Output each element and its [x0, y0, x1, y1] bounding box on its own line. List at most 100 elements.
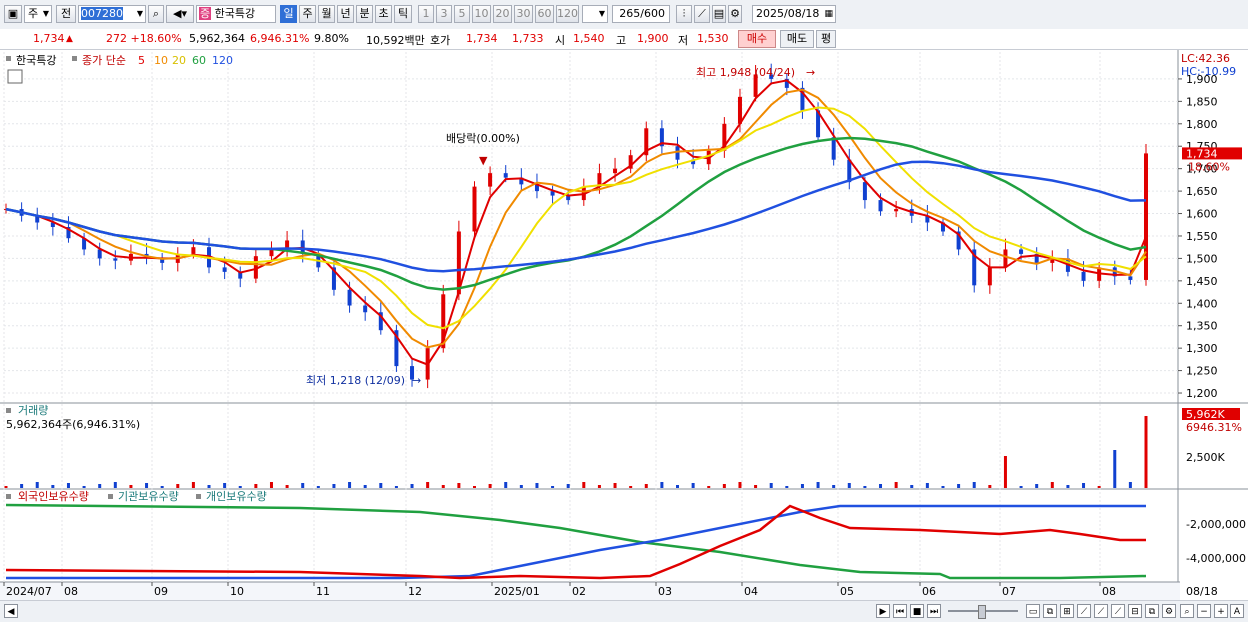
- draw-icon[interactable]: ⟋: [1111, 604, 1125, 618]
- scroll-bar[interactable]: ◀ ▶ ⏮ ■ ⏭ ▭ ⧉ ⊞ ⟋ ⟋ ⟋ ⊟ ⧉ ⚙ ⌕ − + A: [0, 600, 1248, 622]
- volume-bar: [207, 485, 211, 488]
- month-label: 04: [744, 585, 758, 598]
- volume-bar: [113, 482, 117, 488]
- legend-marker: [108, 494, 113, 499]
- low-label: 저: [678, 34, 689, 47]
- interval-10[interactable]: 10: [472, 5, 491, 23]
- scale-icon[interactable]: ⟋: [1077, 604, 1091, 618]
- low-annotation: 최저 1,218 (12/09): [306, 374, 405, 387]
- candle-body: [191, 247, 196, 254]
- vol-tag: 5,962K: [1186, 408, 1225, 421]
- interval-120[interactable]: 120: [556, 5, 579, 23]
- candle-icon[interactable]: ⫶: [676, 5, 692, 23]
- market-select[interactable]: 주 ▼: [24, 5, 52, 23]
- volume-bar: [941, 486, 945, 488]
- volume-value: 5,962,364주(6,946.31%): [6, 418, 140, 431]
- volume-bar: [20, 484, 24, 488]
- last-date-label: 08/18: [1186, 585, 1218, 598]
- candle-body: [894, 209, 899, 212]
- gear-icon[interactable]: ⚙: [728, 5, 742, 23]
- volume-bar: [160, 486, 164, 488]
- custom-interval-select[interactable]: ▼: [582, 5, 608, 23]
- date-input[interactable]: 2025/08/18 ▦: [752, 5, 836, 23]
- interval-1[interactable]: 1: [418, 5, 434, 23]
- volume-bar: [957, 484, 961, 488]
- volume-bar: [1003, 456, 1007, 488]
- month-label: 02: [572, 585, 586, 598]
- stock-name-field[interactable]: 증 한국특강: [196, 5, 276, 23]
- plus-icon[interactable]: +: [1214, 604, 1228, 618]
- scroll-right-icon[interactable]: ▶: [876, 604, 890, 618]
- window-icon[interactable]: ▣: [4, 5, 22, 23]
- period-tick[interactable]: 틱: [394, 5, 412, 23]
- candle-body: [987, 267, 992, 286]
- last-page-icon[interactable]: ⏭: [927, 604, 941, 618]
- font-icon[interactable]: A: [1230, 604, 1244, 618]
- volume-bar: [129, 485, 133, 488]
- prev-button[interactable]: 전: [56, 5, 76, 23]
- volume-bar: [582, 482, 586, 488]
- chart-area[interactable]: 1,900 1,850 1,800 1,750 1,700 1,650 1,600 1,550…: [0, 50, 1248, 600]
- price-tick-label: 1,350: [1186, 320, 1218, 333]
- interval-5[interactable]: 5: [454, 5, 470, 23]
- period-second[interactable]: 초: [375, 5, 392, 23]
- zoom-in-icon[interactable]: ⌕: [1180, 604, 1194, 618]
- legend-ma10: 10: [154, 54, 168, 67]
- volume-bar: [879, 484, 883, 488]
- sell-button[interactable]: 매도: [780, 30, 814, 48]
- period-month[interactable]: 월: [318, 5, 335, 23]
- legend-marker: [196, 494, 201, 499]
- price-tick-label: 1,200: [1186, 387, 1218, 400]
- legend-ma5: 5: [138, 54, 145, 67]
- volume-bar: [644, 484, 648, 488]
- crosshair-icon[interactable]: ⊟: [1128, 604, 1142, 618]
- candle-body: [1003, 249, 1008, 268]
- volume-bar: [504, 482, 508, 488]
- count-total: /600: [640, 7, 665, 20]
- first-page-icon[interactable]: ⏮: [893, 604, 907, 618]
- scroll-left-icon[interactable]: ◀: [4, 604, 18, 618]
- speaker-icon[interactable]: ◀▾: [166, 5, 194, 23]
- period-year[interactable]: 년: [337, 5, 354, 23]
- volume-bar: [629, 486, 633, 488]
- price-tick-label: 1,800: [1186, 118, 1218, 131]
- code-input[interactable]: 007280 ▼: [78, 5, 146, 23]
- zoom-out-icon[interactable]: −: [1197, 604, 1211, 618]
- period-minute[interactable]: 분: [356, 5, 373, 23]
- candle-body: [269, 249, 274, 257]
- line-chart-icon[interactable]: ⟋: [694, 5, 710, 23]
- volume-bar: [285, 485, 289, 488]
- period-day[interactable]: 일: [280, 5, 297, 23]
- interval-20[interactable]: 20: [493, 5, 512, 23]
- interval-30[interactable]: 30: [514, 5, 533, 23]
- price-chart-svg[interactable]: 1,9001,8501,8001,7501,7001,6501,6001,550…: [0, 50, 1248, 600]
- settings-icon[interactable]: ⚙: [1162, 604, 1176, 618]
- interval-60[interactable]: 60: [535, 5, 554, 23]
- legend-marker: [6, 56, 11, 61]
- volume-bar: [551, 486, 555, 488]
- save-icon[interactable]: ▤: [712, 5, 726, 23]
- open-label: 시: [555, 34, 566, 47]
- window-split-icon[interactable]: ⧉: [1145, 604, 1159, 618]
- legend-ma60: 60: [192, 54, 206, 67]
- period-week[interactable]: 주: [299, 5, 316, 23]
- eval-button[interactable]: 평: [816, 30, 836, 48]
- legend-ma120: 120: [212, 54, 233, 67]
- buy-button[interactable]: 매수: [738, 30, 776, 48]
- interval-3[interactable]: 3: [436, 5, 452, 23]
- copy-icon[interactable]: ⧉: [1043, 604, 1057, 618]
- candle-body: [363, 305, 368, 313]
- stop-icon[interactable]: ■: [910, 604, 924, 618]
- volume-bar: [535, 483, 539, 488]
- candle-body: [503, 173, 508, 178]
- zoom-slider-handle[interactable]: [978, 605, 986, 619]
- grid-icon[interactable]: ⊞: [1060, 604, 1074, 618]
- lc-label: LC:42.36: [1181, 52, 1230, 65]
- count-field[interactable]: 265/600: [612, 5, 670, 23]
- search-icon[interactable]: ⌕: [148, 5, 164, 23]
- month-label: 2024/07: [6, 585, 52, 598]
- layout-icon[interactable]: ▭: [1026, 604, 1040, 618]
- compare-icon[interactable]: ⟋: [1094, 604, 1108, 618]
- volume-bar: [800, 484, 804, 488]
- price-tick-label: 1,500: [1186, 252, 1218, 265]
